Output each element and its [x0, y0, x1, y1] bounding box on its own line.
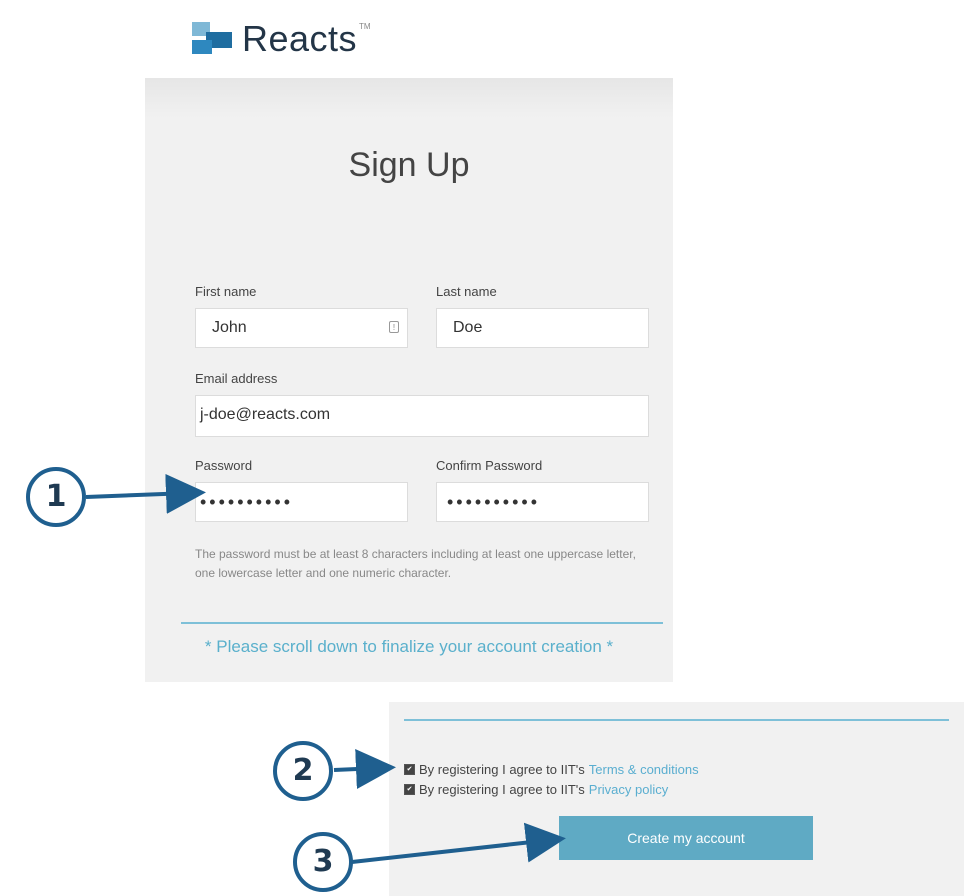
callout-3: 3	[293, 832, 353, 892]
callout-2: 2	[273, 741, 333, 801]
callout-arrows	[85, 473, 566, 864]
callout-1: 1	[26, 467, 86, 527]
